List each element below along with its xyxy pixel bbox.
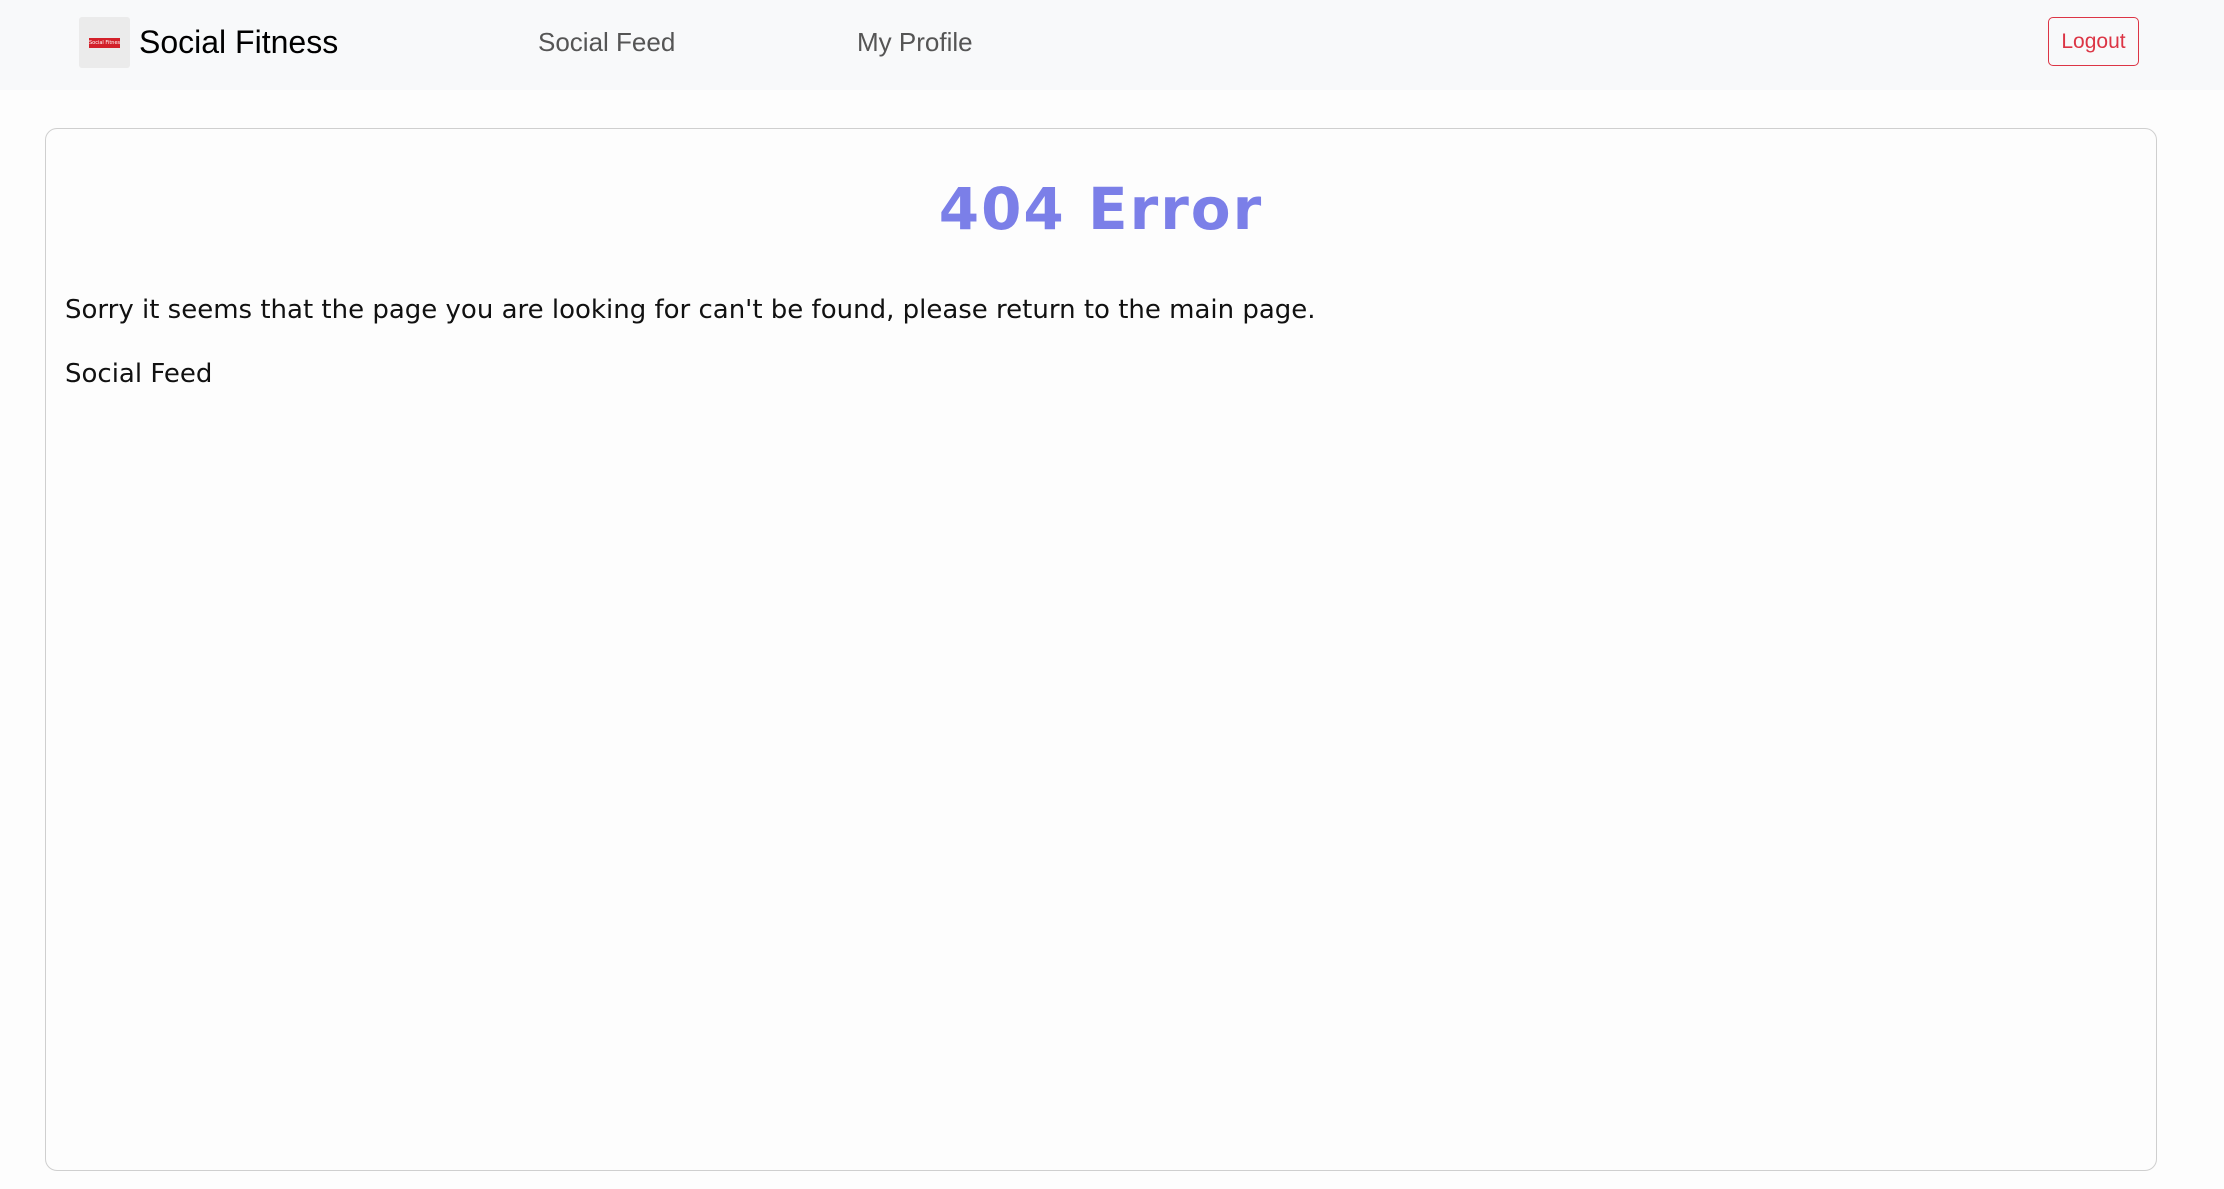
brand-name: Social Fitness: [139, 24, 339, 60]
logout-button[interactable]: Logout: [2048, 17, 2139, 66]
nav-link-social-feed[interactable]: Social Feed: [538, 24, 675, 60]
error-message: Sorry it seems that the page you are loo…: [65, 295, 1316, 325]
navbar: Social Fitness Social Fitness Social Fee…: [0, 0, 2224, 90]
nav-link-my-profile[interactable]: My Profile: [857, 24, 973, 60]
logo-mark: Social Fitness: [89, 37, 120, 48]
social-fitness-logo-icon: Social Fitness: [79, 17, 130, 68]
page-title: 404 Error: [938, 175, 1264, 243]
brand-home-link[interactable]: Social Fitness Social Fitness: [79, 17, 338, 68]
return-to-social-feed-link[interactable]: Social Feed: [65, 359, 212, 389]
error-card: 404 Error Sorry it seems that the page y…: [45, 128, 2157, 1171]
